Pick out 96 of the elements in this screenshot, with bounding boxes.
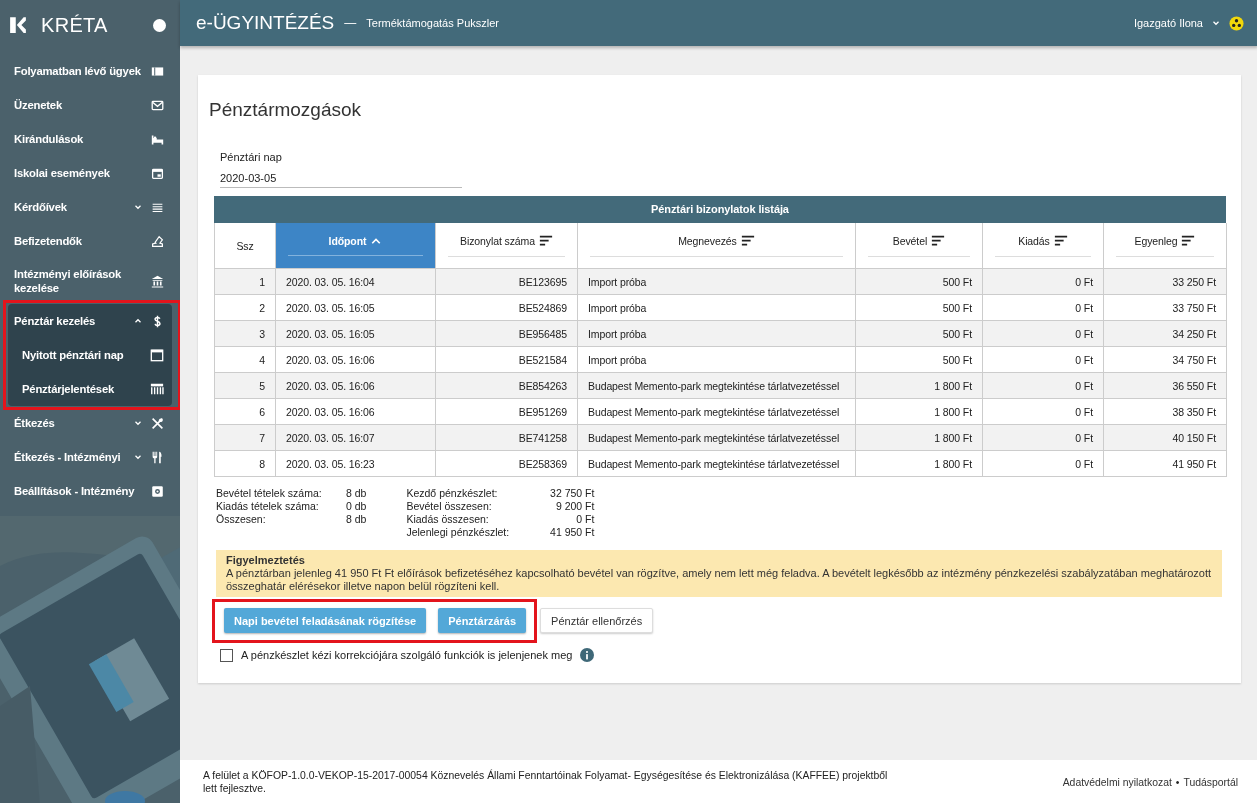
footer-link[interactable]: Adatvédelmi nyilatkozat [1062,776,1172,789]
bed-icon [151,132,164,146]
calendar-icon [150,348,164,362]
table-cell: 1 800 Ft [856,425,983,451]
table-cell: 7 [215,425,276,451]
dollar-icon [151,314,164,328]
summary-value: 8 db [346,513,367,526]
sidebar-item[interactable]: Üzenetek [0,88,180,122]
table-cell: Budapest Memento-park megtekintése tárlatvezetéssel [578,425,856,451]
footer-text: A felület a KÖFOP-1.0.0-VEKOP-15-2017-00054 Köznevelés Állami Fenntartóinak Folyamat- Egységesítése és Elektronizálása (KAFFEE) projektből lett fejlesztve. [203,769,889,795]
table-cell: 0 Ft [983,373,1104,399]
sidebar-subitem[interactable]: Nyitott pénztári nap [8,338,172,372]
eraser-icon [151,234,164,248]
column-header[interactable]: Időpont [276,223,436,269]
table-cell: 1 800 Ft [856,451,983,477]
table-cell: Budapest Memento-park megtekintése tárlatvezetéssel [578,373,856,399]
table-cell: Import próba [578,269,856,295]
summary-value: 9 200 Ft [554,500,595,513]
table-cell: 33 250 Ft [1104,269,1227,295]
warning-title: Figyelmeztetés [226,554,306,567]
link-separator: • [1175,776,1180,789]
table-cell: 1 800 Ft [856,373,983,399]
table-cell: 2020. 03. 05. 16:04 [276,269,436,295]
panel-icon [151,64,164,78]
summary-label: Bevétel tételek száma: [216,487,323,500]
sidebar-item[interactable]: Beállítások - Intézmény [0,474,180,508]
table-cell: 1 [215,269,276,295]
summary-label: Összesen: [216,513,267,526]
warning-text: A pénztárban jelenleg 41 950 Ft Ft előírások befizetéséhez kapcsolható bevétel van rögzítve, amely nem lett még feladva. A bevételt legkésőbb az intézmény pénzkezelési szabályzatában meghatározott összeghatár elérésekor illetve napon belül rögzíteni kell. [226,567,1212,593]
summary-value: 41 950 Ft [549,526,595,539]
table-icon [150,382,164,396]
summary-label: Bevétel összesen: [406,500,493,513]
sidebar-item[interactable]: Intézményi előírások kezelése [0,258,180,304]
sidebar-item[interactable]: Étkezés - Intézményi [8,440,172,474]
table-cell: 41 950 Ft [1104,451,1227,477]
calendar-icon [151,166,164,180]
summary-label: Jelenlegi pénzkészlet: [406,526,511,539]
table-cell: 2020. 03. 05. 16:23 [276,451,436,477]
checkbox-label[interactable]: A pénzkészlet kézi korrekciójára szolgáló funkciók is jelenjenek meg [241,649,573,661]
table-cell: 2020. 03. 05. 16:06 [276,373,436,399]
table-cell: 0 Ft [983,425,1104,451]
sidebar-item[interactable]: Kirándulások [0,122,180,156]
sidebar-item[interactable]: Kérdőívek [8,190,172,224]
table-cell: BE123695 [436,269,578,295]
gear-icon [151,484,164,498]
table-cell: BE741258 [436,425,578,451]
page-title: Pénztármozgások [209,99,363,121]
app-title: e-ÜGYINTÉZÉS [196,12,335,34]
sidebar-item[interactable]: Étkezés [8,406,172,440]
table-cell: 500 Ft [856,321,983,347]
table-cell: 5 [215,373,276,399]
sidebar-item[interactable]: Iskolai események [0,156,180,190]
checkbox[interactable] [220,648,233,662]
table-cell: 2020. 03. 05. 16:07 [276,425,436,451]
table-cell: 3 [215,321,276,347]
summary-value: 32 750 Ft [549,487,595,500]
table-cell: 0 Ft [983,269,1104,295]
table-cell: 34 250 Ft [1104,321,1227,347]
table-cell: BE258369 [436,451,578,477]
summary-value: 8 db [346,487,367,500]
title-dash: — [344,16,357,30]
fork-knife-icon [151,450,164,464]
table-cell: 36 550 Ft [1104,373,1227,399]
subtitle: Terméktámogatás Pukszler [366,17,499,29]
table-cell: 2020. 03. 05. 16:05 [276,321,436,347]
sidebar-item[interactable]: Befizetendők [0,224,180,258]
table-cell: Budapest Memento-park megtekintése tárlatvezetéssel [578,451,856,477]
footer-link[interactable]: Tudásportál [1183,776,1238,789]
summary-label: Kiadás tételek száma: [216,500,320,513]
bank-icon [151,274,164,288]
table-cell: 40 150 Ft [1104,425,1227,451]
summary-label: Kiadás összesen: [406,513,490,526]
summary-value: 0 db [346,500,367,513]
sidebar-item[interactable]: Folyamatban lévő ügyek [0,54,180,88]
date-field[interactable]: Pénztári nap 2020-03-05 [220,151,462,188]
table-cell: BE956485 [436,321,578,347]
table-cell: Import próba [578,321,856,347]
table-cell: 0 Ft [983,321,1104,347]
summary-value: 0 Ft [575,513,595,526]
table-cell: BE854263 [436,373,578,399]
accessibility-icon [1229,15,1244,31]
sidebar-item[interactable]: Pénztár kezelés [8,304,172,338]
table-cell: 500 Ft [856,269,983,295]
brand-name: KRÉTA [41,13,109,37]
status-dot [153,18,166,32]
action-button[interactable]: Pénztár ellenőrzés [540,608,654,633]
summary-label: Kezdő pénzkészlet: [406,487,499,500]
logo-icon [9,16,27,34]
table-caption: Pénztári bizonylatok listája [214,196,1226,223]
table-cell: 0 Ft [983,451,1104,477]
cutlery-icon [151,416,164,430]
envelope-icon [151,98,164,112]
sidebar-subitem[interactable]: Pénztárjelentések [8,372,172,406]
info-icon [580,648,595,662]
user-menu[interactable]: Igazgató Ilona [1133,17,1203,29]
table-cell: 8 [215,451,276,477]
